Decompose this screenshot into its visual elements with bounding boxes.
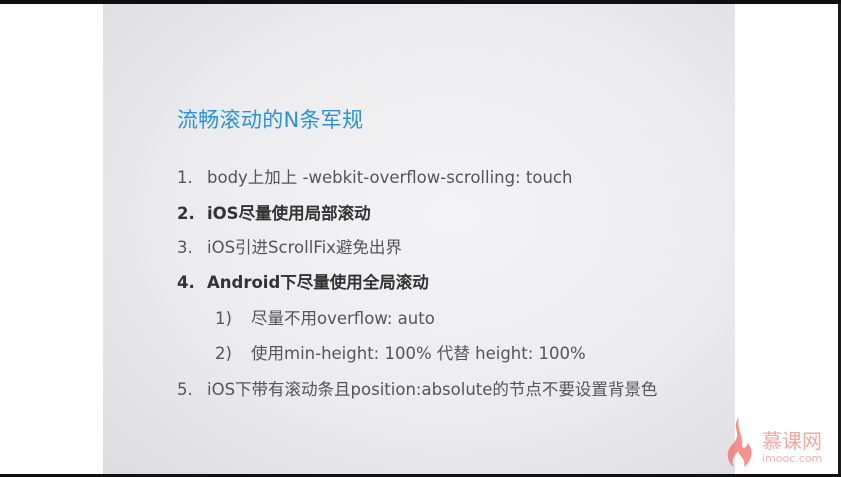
list-item: 3. iOS引进ScrollFix避免出界 — [177, 234, 402, 258]
sub-list-item: 2) 使用min-height: 100% 代替 height: 100% — [215, 340, 586, 364]
list-item-number: 1. — [177, 168, 193, 187]
list-item-number: 1) — [215, 309, 232, 328]
flame-icon — [727, 417, 752, 467]
list-item-number: 5. — [177, 380, 193, 399]
list-item: 1. body上加上 -webkit-overflow-scrolling: to… — [177, 164, 572, 188]
list-item-text: Android下尽量使用全局滚动 — [207, 273, 429, 292]
list-item-number: 4. — [177, 273, 195, 292]
list-item-text: 尽量不用overflow: auto — [251, 309, 435, 328]
list-item-text: 使用min-height: 100% 代替 height: 100% — [251, 344, 586, 363]
list-item-number: 3. — [177, 238, 193, 257]
list-item-text: body上加上 -webkit-overflow-scrolling: touc… — [207, 168, 573, 187]
watermark-url: imooc.com — [762, 452, 823, 465]
list-item-text: iOS引进ScrollFix避免出界 — [207, 238, 402, 257]
list-item-text: iOS下带有滚动条且position:absolute的节点不要设置背景色 — [207, 380, 658, 399]
sub-list-item: 1) 尽量不用overflow: auto — [215, 305, 435, 329]
slide-title: 流畅滚动的N条军规 — [177, 108, 364, 132]
list-item-text: iOS尽量使用局部滚动 — [207, 204, 371, 223]
list-item: 2. iOS尽量使用局部滚动 — [177, 200, 371, 224]
imooc-watermark: 慕课网 imooc.com — [722, 415, 832, 470]
watermark-name: 慕课网 — [762, 429, 822, 453]
list-item-number: 2. — [177, 204, 195, 223]
list-item-number: 2) — [215, 344, 232, 363]
list-item: 5. iOS下带有滚动条且position:absolute的节点不要设置背景色 — [177, 376, 657, 400]
list-item: 4. Android下尽量使用全局滚动 — [177, 269, 429, 293]
presentation-slide: 流畅滚动的N条军规 1. body上加上 -webkit-overflow-scr… — [103, 4, 735, 474]
